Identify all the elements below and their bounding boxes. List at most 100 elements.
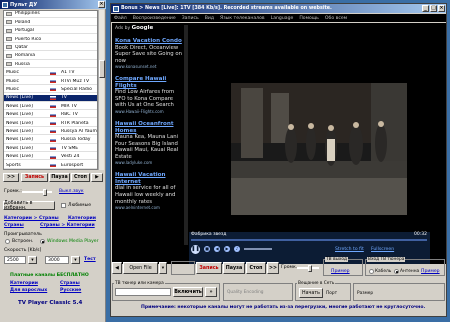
tuner-more-button[interactable]: » (205, 287, 217, 297)
next-icon[interactable]: ▶ (224, 246, 230, 252)
menu-item[interactable]: Воспроизведение (133, 16, 176, 21)
categories-countries-link[interactable]: Категории > Страны (4, 216, 59, 221)
player-volume-slider[interactable] (297, 265, 319, 272)
prev-icon[interactable]: ◀ (214, 246, 220, 252)
channel-row[interactable]: News [Live] Russya Al Yaum (4, 129, 97, 136)
speed-more-button[interactable]: ▾ (28, 256, 37, 264)
volume-knob[interactable] (43, 189, 47, 196)
stretch-link[interactable]: Stretch to fit (335, 247, 364, 252)
close-icon[interactable]: × (98, 1, 105, 8)
antenna-radio[interactable] (394, 269, 399, 274)
video-frame[interactable] (231, 83, 407, 215)
channel-row[interactable]: Poland (4, 19, 97, 27)
play-icon[interactable]: ❚❚ (191, 244, 200, 254)
menu-item[interactable]: Вид (205, 16, 214, 21)
expand-icon[interactable] (6, 20, 12, 25)
ad-item[interactable]: Kona Vacation Condo Book Direct, Oceanvie… (115, 38, 183, 69)
minimize-icon[interactable]: _ (422, 5, 429, 12)
seek-bar[interactable] (191, 239, 427, 241)
favorites-checkbox[interactable] (61, 203, 66, 208)
player-pause-button[interactable]: Пауза (223, 262, 245, 274)
channel-row[interactable]: News [Live] RTR Planeta (4, 120, 97, 127)
collapse-button[interactable]: ◀ (112, 262, 122, 274)
adult-countries-link[interactable]: Страны (60, 281, 80, 286)
channel-row[interactable]: Puerto Rico (4, 36, 97, 43)
channel-row[interactable]: Music RTVi Muz TV (4, 78, 97, 85)
ad-title[interactable]: Hawaii Vacation Internet (115, 172, 183, 185)
speed-input[interactable]: 2500 (4, 256, 26, 264)
categories-link[interactable]: Категории (68, 216, 96, 221)
input-example-link[interactable]: Пример (421, 269, 440, 274)
channel-row[interactable]: News [Live] TV (4, 95, 97, 102)
maximize-icon[interactable]: □ (430, 5, 437, 12)
ad-item[interactable]: Compare Hawaii Flights Find Low Airfares … (115, 76, 183, 114)
ad-title[interactable]: Kona Vacation Condo (115, 38, 183, 45)
ad-title[interactable]: Hawaii Oceanfront Homes (115, 121, 183, 134)
close-icon[interactable]: × (438, 5, 445, 12)
expand-icon[interactable] (6, 37, 12, 42)
player-stop-button[interactable]: Стоп (246, 262, 266, 274)
channel-row[interactable]: News [Live] MIR TV (4, 103, 97, 111)
channel-list[interactable]: Philippines Poland Portugal Puerto Rico Qata… (3, 10, 98, 170)
player-arrows-button[interactable]: >> (267, 262, 279, 274)
stream-start-button[interactable]: Начать (299, 288, 323, 298)
player-record-button[interactable]: Запись (196, 262, 222, 274)
speaker-icon[interactable]: ♪ (234, 246, 240, 252)
channel-list-scrollbar[interactable] (98, 10, 105, 170)
builtin-player-radio[interactable] (5, 239, 10, 244)
adult-link[interactable]: Для взрослых (10, 288, 47, 293)
tuner-select[interactable] (115, 288, 171, 296)
volume-slider[interactable] (22, 189, 52, 196)
ads-scrollbar[interactable] (184, 25, 188, 245)
tuner-enable-button[interactable]: Включить (173, 287, 203, 297)
expand-icon[interactable] (6, 28, 12, 33)
channel-row[interactable]: Sports Eurosport (4, 162, 97, 169)
record-button[interactable]: Запись (21, 173, 48, 182)
expand-icon[interactable] (6, 45, 12, 50)
channel-row[interactable]: News [Live] Russia Today (4, 137, 97, 144)
channel-row[interactable]: Music Special Radio (4, 87, 97, 94)
fullscreen-link[interactable]: Fullscreen (371, 247, 394, 252)
menu-item[interactable]: Обо всем (325, 16, 347, 21)
pause-button[interactable]: Пауза (49, 173, 70, 182)
wmp-volume-slider[interactable] (244, 248, 272, 250)
menu-item[interactable]: Файл (114, 16, 127, 21)
menu-item[interactable]: Язык телеканалов (220, 16, 265, 21)
cable-radio[interactable] (369, 269, 374, 274)
mute-link[interactable]: Выкл.звук (59, 189, 84, 194)
russian-link[interactable]: Русские (60, 288, 81, 293)
countries-categories-link[interactable]: Страны > Категории (40, 223, 95, 228)
channel-row[interactable]: Russia (4, 61, 97, 69)
wmp-radio[interactable] (40, 239, 45, 244)
open-file-button[interactable]: Open File (123, 262, 158, 274)
next-arrow-button[interactable]: ▶ (91, 173, 103, 182)
player-volume-knob[interactable] (308, 265, 312, 272)
expand-icon[interactable] (6, 53, 12, 58)
channel-row[interactable]: Qatar (4, 44, 97, 52)
ad-item[interactable]: Hawaii Vacation Internet dial in service … (115, 172, 183, 210)
tvout-example-link[interactable]: Пример (331, 269, 350, 274)
channel-row[interactable]: Music A1 TV (4, 70, 97, 77)
speed-max-button[interactable]: ▾ (71, 256, 80, 264)
test-link[interactable]: Тест (84, 257, 96, 262)
adult-categories-link[interactable]: Категории (10, 281, 38, 286)
expand-icon[interactable] (6, 62, 12, 67)
open-more-button[interactable]: ▾ (159, 262, 167, 274)
speed-max-input[interactable]: 3000 (45, 256, 69, 264)
expand-icon[interactable] (6, 11, 12, 16)
menu-item[interactable]: Запись (182, 16, 199, 21)
expand-button[interactable]: >> (3, 173, 19, 182)
ad-title[interactable]: Compare Hawaii Flights (115, 76, 183, 89)
channel-row[interactable]: News [Live] Vesti 24 (4, 154, 97, 161)
stop-icon[interactable]: ■ (204, 246, 210, 252)
channel-row[interactable]: News [Live] TV SME (4, 145, 97, 153)
scrollbar-thumb[interactable] (99, 60, 105, 78)
menu-item[interactable]: Помощь (299, 16, 319, 21)
channel-row[interactable]: Romania (4, 53, 97, 60)
countries-link[interactable]: Страны (4, 223, 24, 228)
stop-button[interactable]: Стоп (71, 173, 90, 182)
ad-item[interactable]: Hawaii Oceanfront Homes Mauna Kea, Mauna … (115, 121, 183, 165)
channel-row[interactable]: Philippines (4, 11, 97, 18)
menu-item[interactable]: Language (271, 16, 294, 21)
channel-row[interactable]: Portugal (4, 27, 97, 35)
